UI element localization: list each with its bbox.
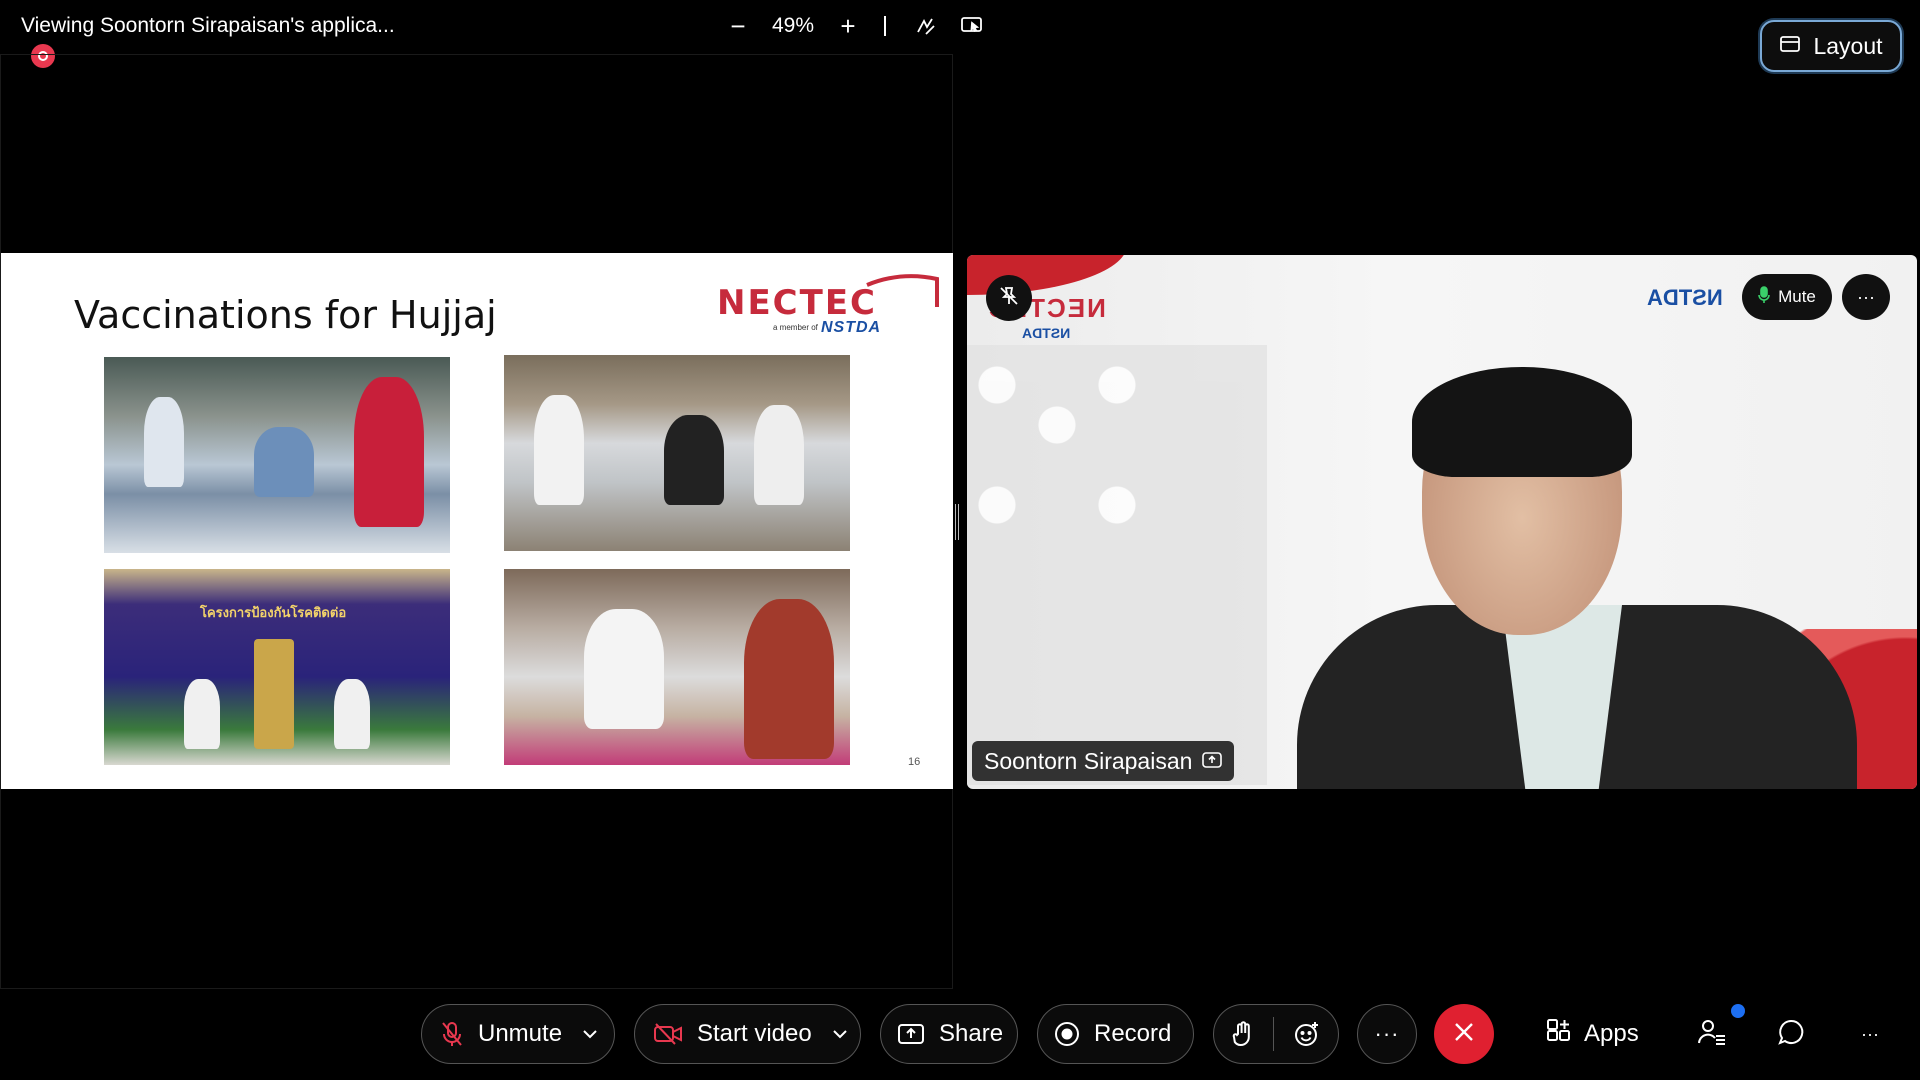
record-button[interactable]: Record [1037, 1004, 1194, 1064]
logo-subtitle: a member of [773, 323, 818, 332]
chevron-down-icon[interactable] [582, 1029, 598, 1039]
record-icon [1054, 1021, 1080, 1047]
annotate-icon[interactable] [906, 10, 946, 42]
raise-hand-icon[interactable] [1231, 1020, 1255, 1048]
participant-mute-button[interactable]: Mute [1742, 274, 1832, 320]
layout-label: Layout [1813, 32, 1883, 59]
microphone-icon [1758, 285, 1770, 309]
layout-button[interactable]: Layout [1760, 20, 1902, 72]
banner-text: โครงการป้องกันโรคติดต่อ [200, 605, 347, 620]
record-label: Record [1094, 1020, 1172, 1047]
more-options-button[interactable]: ··· [1357, 1004, 1417, 1064]
slide-photo-ceremony-stage: โครงการป้องกันโรคติดต่อ [104, 569, 450, 765]
presentation-slide: Vaccinations for Hujjaj NECTEC a member … [1, 253, 953, 789]
unpin-button[interactable] [986, 275, 1032, 321]
zoom-controls: − 49% + [716, 10, 992, 42]
slide-title: Vaccinations for Hujjaj [74, 293, 497, 337]
reactions-group [1213, 1004, 1339, 1064]
unmute-label: Unmute [478, 1020, 563, 1047]
nectec-logo: NECTEC [717, 283, 878, 323]
remote-control-icon[interactable] [952, 10, 992, 42]
end-call-button[interactable] [1434, 1004, 1494, 1064]
reactions-divider [1273, 1017, 1275, 1051]
zoom-value: 49% [771, 14, 815, 37]
unmute-button[interactable]: Unmute [421, 1004, 615, 1064]
close-icon [1453, 1021, 1475, 1048]
participant-video-tile: NECTEC NSTDA NSTDA Mute ··· Soontorn Sir… [967, 255, 1917, 789]
start-video-label: Start video [697, 1020, 812, 1047]
participant-name: Soontorn Sirapaisan [984, 747, 1193, 774]
start-video-button[interactable]: Start video [634, 1004, 861, 1064]
participant-more-button[interactable]: ··· [1842, 274, 1890, 320]
apps-icon [1546, 1018, 1572, 1051]
layout-icon [1779, 33, 1801, 60]
zoom-divider [884, 16, 886, 36]
notification-badge [1731, 1004, 1745, 1018]
nectec-swoosh-icon [866, 274, 939, 307]
participants-icon [1697, 1018, 1727, 1051]
participant-video-feed [1297, 367, 1857, 789]
microphone-muted-icon [440, 1020, 464, 1048]
share-screen-icon [897, 1022, 925, 1046]
slide-photo-registration [104, 357, 450, 553]
slide-photo-vaccination-desk [504, 569, 850, 765]
apps-label: Apps [1584, 1020, 1639, 1047]
chat-icon [1777, 1018, 1805, 1051]
nstda-logo: NSTDA [821, 319, 882, 336]
participant-name-label: Soontorn Sirapaisan [972, 741, 1235, 781]
reactions-icon[interactable] [1293, 1020, 1321, 1048]
chevron-down-icon[interactable] [832, 1029, 848, 1039]
meeting-toolbar: Unmute Start video Share Record ··· Apps… [0, 1004, 1920, 1066]
mirrored-anniversary-logo: NSTDA [1647, 285, 1723, 310]
apps-button[interactable]: Apps [1546, 1004, 1639, 1064]
pane-resize-handle[interactable] [955, 504, 959, 540]
camera-off-icon [653, 1022, 683, 1046]
unpin-icon [998, 285, 1020, 312]
share-label: Share [939, 1020, 1004, 1047]
zoom-in-button[interactable]: + [826, 10, 870, 42]
slide-page-number: 16 [908, 756, 921, 768]
share-title: Viewing Soontorn Sirapaisan's applica... [21, 14, 395, 37]
share-button[interactable]: Share [880, 1004, 1018, 1064]
toolbar-overflow-button[interactable]: ··· [1850, 1004, 1890, 1064]
video-background-pattern [967, 345, 1267, 785]
chat-button[interactable] [1766, 1004, 1816, 1064]
mirrored-nstda-logo: NSTDA [1022, 325, 1071, 341]
sharing-icon [1202, 748, 1223, 775]
slide-photo-waiting-hall [504, 355, 850, 551]
zoom-out-button[interactable]: − [716, 10, 760, 42]
participant-mute-label: Mute [1778, 287, 1816, 306]
participants-button[interactable] [1687, 1004, 1737, 1064]
